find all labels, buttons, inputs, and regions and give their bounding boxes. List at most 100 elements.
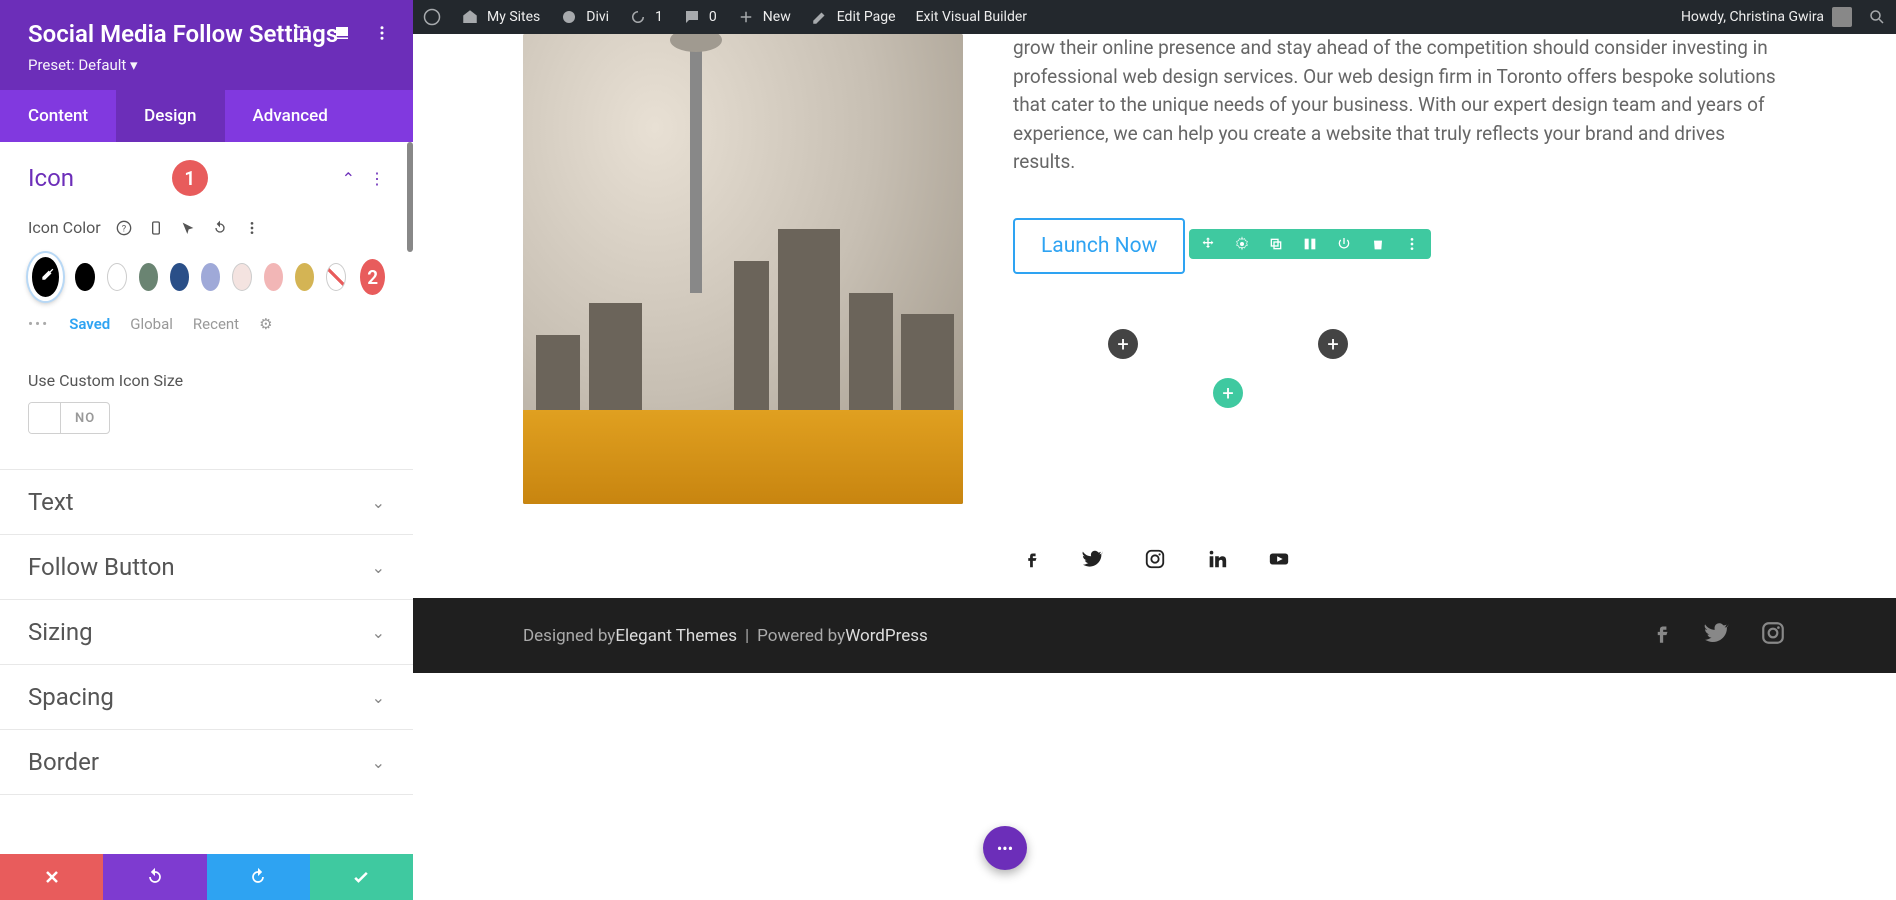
- delete-icon[interactable]: [1369, 235, 1387, 253]
- icon-color-label: Icon Color: [28, 218, 101, 237]
- redo-button[interactable]: [207, 854, 310, 900]
- reset-icon[interactable]: [211, 219, 229, 237]
- tab-advanced[interactable]: Advanced: [225, 90, 356, 142]
- updates[interactable]: 1: [629, 8, 663, 26]
- wp-admin-bar: My Sites Divi 1 0 New Edit Page Exit Vis…: [413, 0, 1896, 34]
- duplicate-icon[interactable]: [1267, 235, 1285, 253]
- wordpress-link[interactable]: WordPress: [845, 626, 928, 646]
- icon-section-head[interactable]: Icon 1 ⌃ ⋮: [0, 142, 413, 214]
- facebook-icon[interactable]: [1020, 548, 1042, 570]
- designed-by: Designed by: [523, 626, 615, 646]
- expand-icon[interactable]: [293, 24, 311, 42]
- section-more-icon[interactable]: ⋮: [369, 169, 385, 188]
- divi-site[interactable]: Divi: [560, 8, 609, 26]
- cancel-button[interactable]: [0, 854, 103, 900]
- linkedin-icon[interactable]: [1206, 548, 1228, 570]
- add-module-right[interactable]: +: [1318, 329, 1348, 359]
- badge-2: 2: [360, 259, 385, 295]
- move-icon[interactable]: [1199, 235, 1217, 253]
- social-follow-row: [413, 504, 1896, 598]
- svg-text:?: ?: [121, 223, 126, 234]
- custom-size-toggle[interactable]: NO: [28, 402, 110, 434]
- palette-links: ••• Saved Global Recent ⚙: [28, 315, 385, 333]
- settings-sidebar: Social Media Follow Settings Preset: Def…: [0, 0, 413, 900]
- exit-visual-builder[interactable]: Exit Visual Builder: [916, 9, 1027, 25]
- search-icon[interactable]: [1868, 8, 1886, 26]
- text-section[interactable]: Text⌄: [0, 470, 413, 534]
- color-picker-eyedropper[interactable]: [28, 253, 63, 301]
- launch-button[interactable]: Launch Now: [1013, 218, 1185, 274]
- help-icon[interactable]: ?: [115, 219, 133, 237]
- add-row[interactable]: +: [1213, 378, 1243, 408]
- preset-dropdown[interactable]: Preset: Default ▾: [28, 56, 385, 74]
- swatch-black[interactable]: [75, 263, 94, 291]
- footer-social: [1648, 620, 1786, 651]
- site-footer: Designed by Elegant Themes | Powered by …: [413, 598, 1896, 673]
- instagram-icon[interactable]: [1144, 548, 1166, 570]
- tab-design[interactable]: Design: [116, 90, 224, 142]
- palette-global[interactable]: Global: [130, 315, 173, 333]
- builder-fab[interactable]: •••: [983, 826, 1027, 870]
- youtube-icon[interactable]: [1268, 548, 1290, 570]
- chevron-up-icon: ⌃: [342, 169, 355, 188]
- text-column: grow their online presence and stay ahea…: [1013, 34, 1786, 504]
- chevron-down-icon: ⌄: [372, 688, 385, 707]
- swatch-5[interactable]: [201, 263, 220, 291]
- footer-facebook-icon[interactable]: [1648, 620, 1674, 651]
- my-sites[interactable]: My Sites: [461, 8, 540, 26]
- save-button[interactable]: [310, 854, 413, 900]
- undo-button[interactable]: [103, 854, 206, 900]
- swatch-none[interactable]: [326, 263, 346, 291]
- palette-settings-icon[interactable]: ⚙: [259, 315, 272, 333]
- tab-content[interactable]: Content: [0, 90, 116, 142]
- footer-twitter-icon[interactable]: [1704, 620, 1730, 651]
- power-icon[interactable]: [1335, 235, 1353, 253]
- module-toolbar: [1189, 229, 1431, 259]
- badge-1: 1: [172, 160, 208, 196]
- swatch-6[interactable]: [232, 263, 252, 291]
- body-paragraph: grow their online presence and stay ahea…: [1013, 34, 1786, 177]
- new[interactable]: New: [737, 8, 791, 26]
- icon-color-row: Icon Color ?: [28, 218, 385, 237]
- responsive-icon[interactable]: [333, 24, 351, 42]
- palette-more-icon[interactable]: •••: [28, 315, 49, 333]
- sizing-section[interactable]: Sizing⌄: [0, 600, 413, 664]
- footer-instagram-icon[interactable]: [1760, 620, 1786, 651]
- palette-recent[interactable]: Recent: [193, 315, 239, 333]
- more-icon[interactable]: [373, 24, 391, 42]
- panel-body: Icon 1 ⌃ ⋮ Icon Color ?: [0, 142, 413, 854]
- comments[interactable]: 0: [683, 8, 717, 26]
- add-module-left[interactable]: +: [1108, 329, 1138, 359]
- gear-icon[interactable]: [1233, 235, 1251, 253]
- palette-saved[interactable]: Saved: [69, 315, 110, 333]
- main-area: My Sites Divi 1 0 New Edit Page Exit Vis…: [413, 0, 1896, 900]
- page-canvas: grow their online presence and stay ahea…: [413, 34, 1896, 900]
- spacing-section[interactable]: Spacing⌄: [0, 665, 413, 729]
- howdy[interactable]: Howdy, Christina Gwira: [1681, 7, 1852, 27]
- swatch-white[interactable]: [107, 263, 127, 291]
- bottom-bar: [0, 854, 413, 900]
- edit-page[interactable]: Edit Page: [811, 8, 896, 26]
- wp-logo-icon[interactable]: [423, 8, 441, 26]
- twitter-icon[interactable]: [1082, 548, 1104, 570]
- swatch-3[interactable]: [139, 263, 158, 291]
- footer-sep: |: [745, 626, 749, 646]
- chevron-down-icon: ⌄: [372, 558, 385, 577]
- toggle-knob: [29, 403, 61, 433]
- chevron-down-icon: ⌄: [372, 753, 385, 772]
- swatch-7[interactable]: [264, 263, 283, 291]
- border-section[interactable]: Border⌄: [0, 730, 413, 794]
- option-more-icon[interactable]: [243, 219, 261, 237]
- swatch-4[interactable]: [170, 263, 189, 291]
- device-icon[interactable]: [147, 219, 165, 237]
- avatar: [1832, 7, 1852, 27]
- follow-button-section[interactable]: Follow Button⌄: [0, 535, 413, 599]
- elegant-themes-link[interactable]: Elegant Themes: [615, 626, 737, 646]
- custom-size-label: Use Custom Icon Size: [28, 371, 385, 390]
- hover-icon[interactable]: [179, 219, 197, 237]
- swatch-8[interactable]: [295, 263, 314, 291]
- toolbar-more-icon[interactable]: [1403, 235, 1421, 253]
- icon-section-title: Icon: [28, 164, 162, 192]
- save-library-icon[interactable]: [1301, 235, 1319, 253]
- powered-by: Powered by: [757, 626, 845, 646]
